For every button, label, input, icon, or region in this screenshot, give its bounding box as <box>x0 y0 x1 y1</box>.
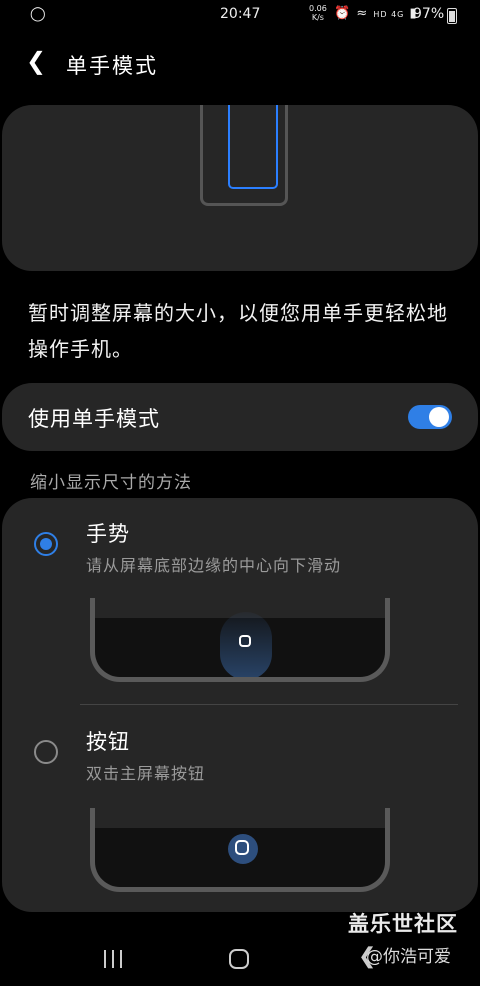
home-button-icon <box>239 635 251 647</box>
illustration-top <box>95 808 385 828</box>
button-illustration <box>90 808 390 892</box>
method-options-card: 手势 请从屏幕底部边缘的中心向下滑动 按钮 双击主屏幕按钮 <box>2 498 478 912</box>
toggle-label: 使用单手模式 <box>28 407 160 431</box>
page-title: 单手模式 <box>66 54 158 78</box>
gesture-illustration <box>90 598 390 682</box>
battery-percent: 97% <box>413 6 445 22</box>
option-button[interactable]: 按钮 双击主屏幕按钮 <box>2 706 478 912</box>
watermark-logo-text: 盖乐世社区 <box>348 912 458 936</box>
section-header: 缩小显示尺寸的方法 <box>30 473 192 493</box>
status-bar: ◯ 20:47 0.06 K/s ⏰ ≈ HD 4G ▮ 97% <box>0 0 480 30</box>
divider <box>80 704 458 705</box>
option-subtitle: 双击主屏幕按钮 <box>86 764 206 783</box>
network-speed-value: 0.06 <box>309 4 327 13</box>
switch-knob <box>429 407 449 427</box>
network-speed-unit: K/s <box>311 13 324 22</box>
button-radio-button[interactable] <box>34 740 58 764</box>
wifi-icon: ≈ <box>356 6 369 21</box>
status-icons: ⏰ ≈ HD 4G ▮ <box>334 6 418 21</box>
back-button[interactable]: ❮ <box>22 48 50 76</box>
recents-button[interactable] <box>104 950 124 968</box>
one-handed-mode-switch[interactable] <box>408 405 452 429</box>
option-subtitle: 请从屏幕底部边缘的中心向下滑动 <box>86 556 342 575</box>
option-title: 手势 <box>86 522 130 546</box>
notification-app-icon: ◯ <box>30 6 46 22</box>
watermark-username: @你浩可爱 <box>366 947 451 967</box>
gesture-radio-button[interactable] <box>34 532 58 556</box>
reduced-screen-illustration <box>228 105 278 189</box>
home-button[interactable] <box>229 949 249 969</box>
one-handed-preview-card <box>2 105 478 271</box>
network-speed: 0.06 K/s <box>309 4 327 22</box>
battery-icon <box>447 8 457 24</box>
phone-illustration <box>200 105 288 206</box>
feature-description: 暂时调整屏幕的大小，以便您用单手更轻松地操作手机。 <box>28 301 448 361</box>
home-button-icon <box>235 840 249 855</box>
alarm-icon: ⏰ <box>334 6 352 21</box>
status-time: 20:47 <box>220 6 261 22</box>
chevron-left-icon: ❮ <box>25 47 47 75</box>
option-title: 按钮 <box>86 730 130 754</box>
network-label: HD 4G <box>373 10 405 19</box>
option-gesture[interactable]: 手势 请从屏幕底部边缘的中心向下滑动 <box>2 498 478 698</box>
app-header: ❮ 单手模式 <box>0 40 480 84</box>
home-button-highlight <box>228 834 258 864</box>
use-one-handed-mode-row[interactable]: 使用单手模式 <box>2 383 478 451</box>
